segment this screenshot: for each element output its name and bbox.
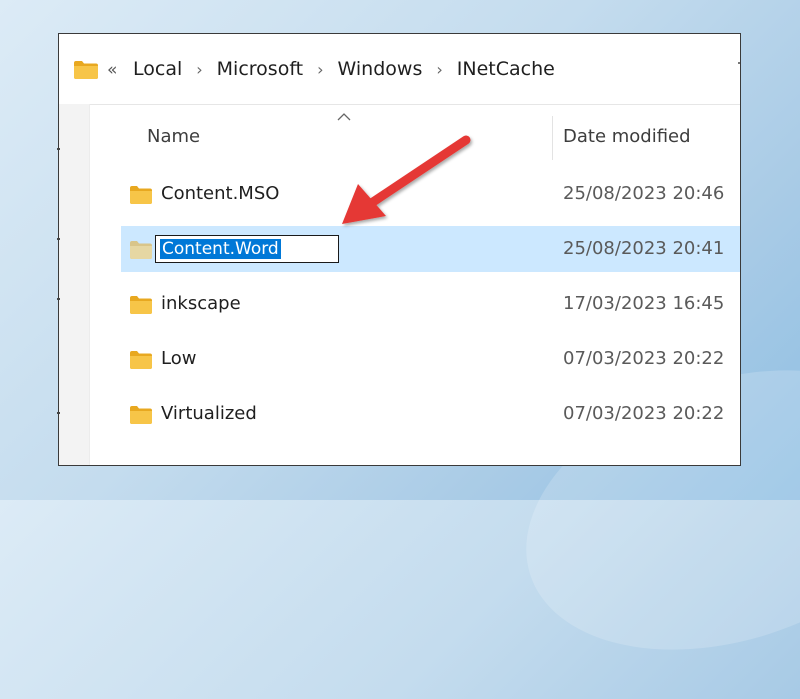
file-date: 07/03/2023 20:22	[563, 403, 725, 424]
navigation-pane[interactable]	[59, 104, 90, 465]
folder-icon	[130, 296, 152, 314]
red-arrow-annotation	[342, 135, 471, 224]
column-header-date-modified[interactable]: Date modified	[563, 126, 691, 147]
address-bar-edge	[738, 62, 740, 64]
folder-icon	[74, 61, 98, 79]
chevron-right-icon[interactable]: ›	[317, 60, 323, 79]
breadcrumb-overflow[interactable]: «	[107, 60, 117, 80]
breadcrumb: Local › Microsoft › Windows › INetCache	[133, 58, 555, 80]
breadcrumb-item-local[interactable]: Local	[133, 58, 182, 80]
breadcrumb-item-microsoft[interactable]: Microsoft	[217, 58, 303, 80]
folder-icon	[130, 186, 152, 204]
column-divider[interactable]	[552, 116, 553, 160]
folder-icon	[130, 406, 152, 424]
folder-icon	[130, 351, 152, 369]
table-row[interactable]: Virtualized 07/03/2023 20:22	[121, 391, 740, 437]
file-name: Content.MSO	[161, 183, 280, 204]
file-date: 25/08/2023 20:46	[563, 183, 725, 204]
chevron-right-icon[interactable]: ›	[196, 60, 202, 79]
rename-input[interactable]: Content.Word	[155, 235, 339, 263]
breadcrumb-item-inetcache[interactable]: INetCache	[457, 58, 555, 80]
edge-mark	[57, 298, 60, 300]
chevron-right-icon[interactable]: ›	[436, 60, 442, 79]
file-name: Low	[161, 348, 197, 369]
column-header-name[interactable]: Name	[147, 126, 200, 147]
edge-mark	[57, 238, 60, 240]
file-explorer-window: « Local › Microsoft › Windows › INetCach…	[58, 33, 741, 466]
table-row[interactable]: inkscape 17/03/2023 16:45	[121, 281, 740, 327]
file-date: 25/08/2023 20:41	[563, 238, 725, 259]
edge-mark	[57, 412, 60, 414]
selected-text: Content.Word	[160, 239, 281, 259]
file-name: Virtualized	[161, 403, 257, 424]
file-name: inkscape	[161, 293, 241, 314]
address-bar[interactable]: « Local › Microsoft › Windows › INetCach…	[59, 34, 740, 105]
edge-mark	[57, 148, 60, 150]
file-date: 07/03/2023 20:22	[563, 348, 725, 369]
sort-up-caret-icon	[337, 113, 351, 121]
folder-icon	[130, 241, 152, 259]
file-date: 17/03/2023 16:45	[563, 293, 725, 314]
breadcrumb-item-windows[interactable]: Windows	[338, 58, 423, 80]
table-row[interactable]: Low 07/03/2023 20:22	[121, 336, 740, 382]
